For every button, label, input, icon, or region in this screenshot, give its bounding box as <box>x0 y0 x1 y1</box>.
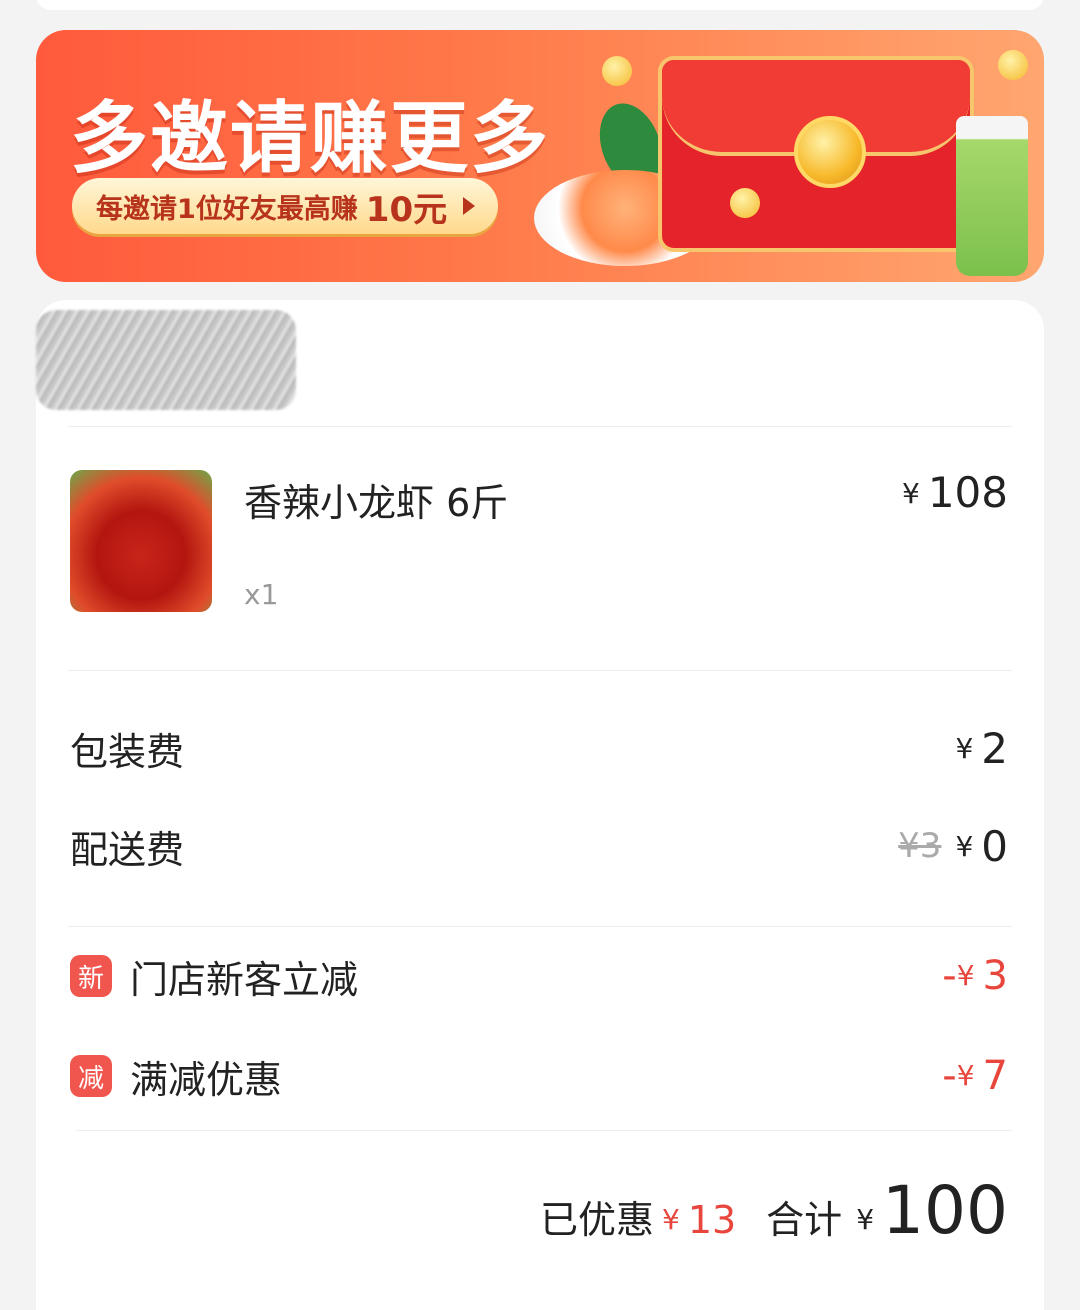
discount-amount: 3 <box>982 953 1008 999</box>
discount-row-full-reduction: 减 满减优惠 -¥ 7 <box>70 1046 1008 1106</box>
packaging-fee-row: 包装费 ¥2 <box>70 718 1008 778</box>
divider <box>68 670 1012 671</box>
divider <box>76 1130 1012 1131</box>
coin-icon <box>602 56 632 86</box>
total-label: 合计 <box>766 1198 843 1242</box>
drink-cup-illustration <box>956 116 1028 276</box>
currency-symbol: ¥ <box>955 829 974 863</box>
gold-coin-icon <box>794 116 866 188</box>
banner-invite-button[interactable]: 每邀请1位好友最高赚 10元 <box>72 178 498 234</box>
delivery-fee-original: ¥3 <box>898 826 942 866</box>
discount-value: -¥ 3 <box>942 953 1008 999</box>
total-amount-value: 100 <box>882 1172 1008 1249</box>
discount-value: -¥ 7 <box>942 1053 1008 1099</box>
discount-left: 减 满减优惠 <box>70 1049 282 1104</box>
discount-amount: 7 <box>982 1053 1008 1099</box>
divider <box>68 426 1012 427</box>
discount-left: 新 门店新客立减 <box>70 949 358 1004</box>
invite-banner[interactable]: 多邀请赚更多 每邀请1位好友最高赚 10元 <box>36 30 1044 282</box>
coin-icon <box>730 188 760 218</box>
minus-sign: - <box>942 1053 957 1099</box>
currency-symbol: ¥ <box>956 959 975 992</box>
item-price: ¥108 <box>902 468 1008 517</box>
discount-label: 满减优惠 <box>130 1057 283 1102</box>
item-quantity: x1 <box>244 578 279 611</box>
item-price-value: 108 <box>927 468 1008 517</box>
currency-symbol: ¥ <box>856 1203 875 1236</box>
discount-row-new-customer: 新 门店新客立减 -¥ 3 <box>70 946 1008 1006</box>
banner-amount: 10元 <box>365 189 448 230</box>
coin-icon <box>998 50 1028 80</box>
saved-amount: ¥13 <box>662 1198 736 1242</box>
item-thumbnail[interactable] <box>70 470 212 612</box>
divider <box>68 926 1012 927</box>
currency-symbol: ¥ <box>955 731 974 765</box>
store-name-redacted[interactable] <box>36 310 296 410</box>
minus-sign: - <box>942 953 957 999</box>
delivery-fee-row: 配送费 ¥3 ¥0 <box>70 816 1008 876</box>
red-envelope-illustration <box>658 56 974 252</box>
previous-card <box>36 0 1044 10</box>
order-total-row: 已优惠 ¥13 合计 ¥100 <box>540 1172 1008 1249</box>
new-customer-tag-icon: 新 <box>70 955 112 997</box>
packaging-fee-label: 包装费 <box>70 729 185 774</box>
item-name: 香辣小龙虾 6斤 <box>244 481 509 525</box>
saved-label: 已优惠 <box>539 1198 654 1242</box>
saved-amount-value: 13 <box>687 1198 737 1242</box>
discount-label: 门店新客立减 <box>130 957 359 1002</box>
delivery-fee-value: ¥3 ¥0 <box>898 822 1008 871</box>
packaging-fee-amount: 2 <box>981 723 1008 773</box>
reduction-tag-icon: 减 <box>70 1055 112 1097</box>
currency-symbol: ¥ <box>956 1059 975 1092</box>
delivery-fee-amount: 0 <box>981 821 1008 871</box>
order-summary-card: 香辣小龙虾 6斤 x1 ¥108 包装费 ¥2 配送费 ¥3 ¥0 新 门店新客… <box>36 300 1044 1310</box>
currency-symbol: ¥ <box>902 477 920 510</box>
banner-subtitle: 每邀请1位好友最高赚 <box>96 193 358 225</box>
packaging-fee-value: ¥2 <box>955 724 1008 773</box>
currency-symbol: ¥ <box>661 1203 680 1236</box>
play-arrow-icon <box>463 197 476 215</box>
banner-title: 多邀请赚更多 <box>70 94 551 184</box>
delivery-fee-label: 配送费 <box>70 827 185 872</box>
total-amount: ¥100 <box>856 1172 1008 1249</box>
